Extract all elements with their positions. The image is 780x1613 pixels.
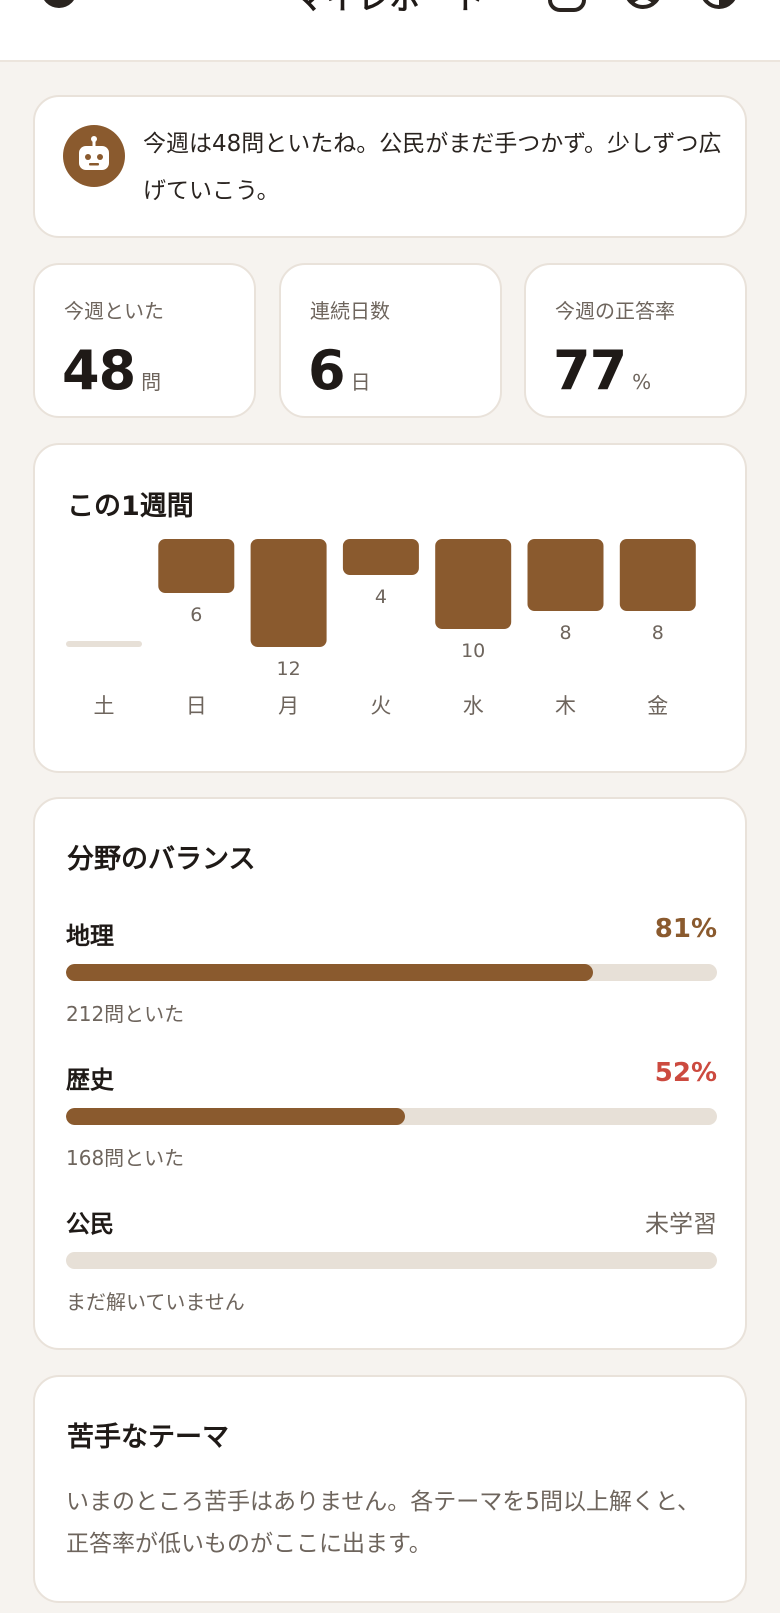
- stat-unit: 日: [350, 370, 371, 394]
- progress-fill: [66, 964, 594, 981]
- subject-name: 地理: [66, 922, 114, 950]
- robot-icon: [63, 125, 125, 187]
- stat-label: 今週といた: [64, 299, 164, 323]
- chart-bar: [66, 641, 142, 647]
- profile-icon[interactable]: [624, 0, 662, 14]
- chart-day-label: 水: [463, 694, 484, 718]
- chart-bar: [619, 539, 696, 611]
- chart-day-label: 土: [94, 694, 115, 718]
- book-icon[interactable]: [548, 0, 586, 14]
- stat-label: 連続日数: [310, 299, 390, 323]
- chart-day-label: 火: [370, 694, 391, 718]
- subject-civics[interactable]: 公民 未学習 まだ解いていません: [66, 1204, 717, 1334]
- chart-value-label: 4: [375, 586, 387, 608]
- subject-name: 公民: [66, 1210, 114, 1238]
- chart-bar: [158, 539, 235, 593]
- stat-number: 77: [553, 339, 627, 402]
- subject-count: 212問といた: [66, 1002, 185, 1026]
- chart-value-label: 6: [190, 604, 202, 626]
- coach-message-card: 今週は48問といたね。公民がまだ手つかず。少しずつ広げていこう。: [33, 95, 747, 238]
- subject-balance-card: 分野のバランス 地理 81% 212問といた 歴史 52% 168問といた 公民…: [33, 797, 747, 1350]
- stat-number: 6: [308, 339, 346, 402]
- stat-card-solved: 今週といた 48 問: [33, 263, 256, 418]
- weak-message: いまのところ苦手はありません。各テーマを5問以上解くと、正答率が低いものがここに…: [66, 1489, 701, 1557]
- chart-day-label: 日: [186, 694, 207, 718]
- stat-number: 48: [62, 339, 136, 402]
- chart-bar: [342, 539, 419, 575]
- stat-card-streak: 連続日数 6 日: [279, 263, 502, 418]
- chart-bar: [527, 539, 604, 611]
- coach-message: 今週は48問といたね。公民がまだ手つかず。少しずつ広げていこう。: [143, 131, 722, 204]
- chart-day-label: 木: [555, 694, 576, 718]
- stat-value: 77 %: [553, 339, 651, 402]
- chart-value-label: 8: [652, 622, 664, 644]
- app-header: マイレポート: [0, 0, 780, 62]
- chart-day-label: 金: [647, 694, 668, 718]
- chart-bar: [435, 539, 512, 629]
- subject-percent: 52%: [654, 1058, 717, 1088]
- chart-value-label: 12: [277, 658, 301, 680]
- chart-value-label: 8: [559, 622, 571, 644]
- stat-unit: %: [632, 370, 652, 394]
- balance-title: 分野のバランス: [67, 844, 256, 875]
- subject-history[interactable]: 歴史 52% 168問といた: [66, 1058, 717, 1190]
- subject-count: まだ解いていません: [66, 1290, 245, 1314]
- weak-title: 苦手なテーマ: [67, 1422, 229, 1453]
- stat-unit: 問: [141, 370, 162, 394]
- progress-fill: [66, 1108, 405, 1125]
- subject-count: 168問といた: [66, 1146, 185, 1170]
- stat-label: 今週の正答率: [555, 299, 675, 323]
- chart-day-label: 月: [278, 694, 299, 718]
- progress-track: [66, 1252, 717, 1269]
- page-title: マイレポート: [0, 0, 780, 18]
- stat-card-accuracy: 今週の正答率 77 %: [524, 263, 747, 418]
- subject-geography[interactable]: 地理 81% 212問といた: [66, 914, 717, 1046]
- chart-value-label: 10: [461, 640, 485, 662]
- stat-value: 6 日: [308, 339, 371, 402]
- subject-percent: 81%: [654, 914, 717, 944]
- subject-name: 歴史: [66, 1066, 114, 1094]
- progress-track: [66, 1108, 717, 1125]
- theme-icon[interactable]: [700, 0, 738, 14]
- progress-track: [66, 964, 717, 981]
- subject-status: 未学習: [645, 1210, 717, 1238]
- weak-themes-card: 苦手なテーマ いまのところ苦手はありません。各テーマを5問以上解くと、正答率が低…: [33, 1375, 747, 1603]
- stat-value: 48 問: [62, 339, 161, 402]
- chart-bar: [250, 539, 327, 647]
- weekly-bar-chart: 土 6 日 12 月 4 火 10 水 8 木 8 金: [66, 539, 696, 718]
- weekly-chart-card: この1週間 土 6 日 12 月 4 火 10 水 8 木 8 金: [33, 443, 747, 773]
